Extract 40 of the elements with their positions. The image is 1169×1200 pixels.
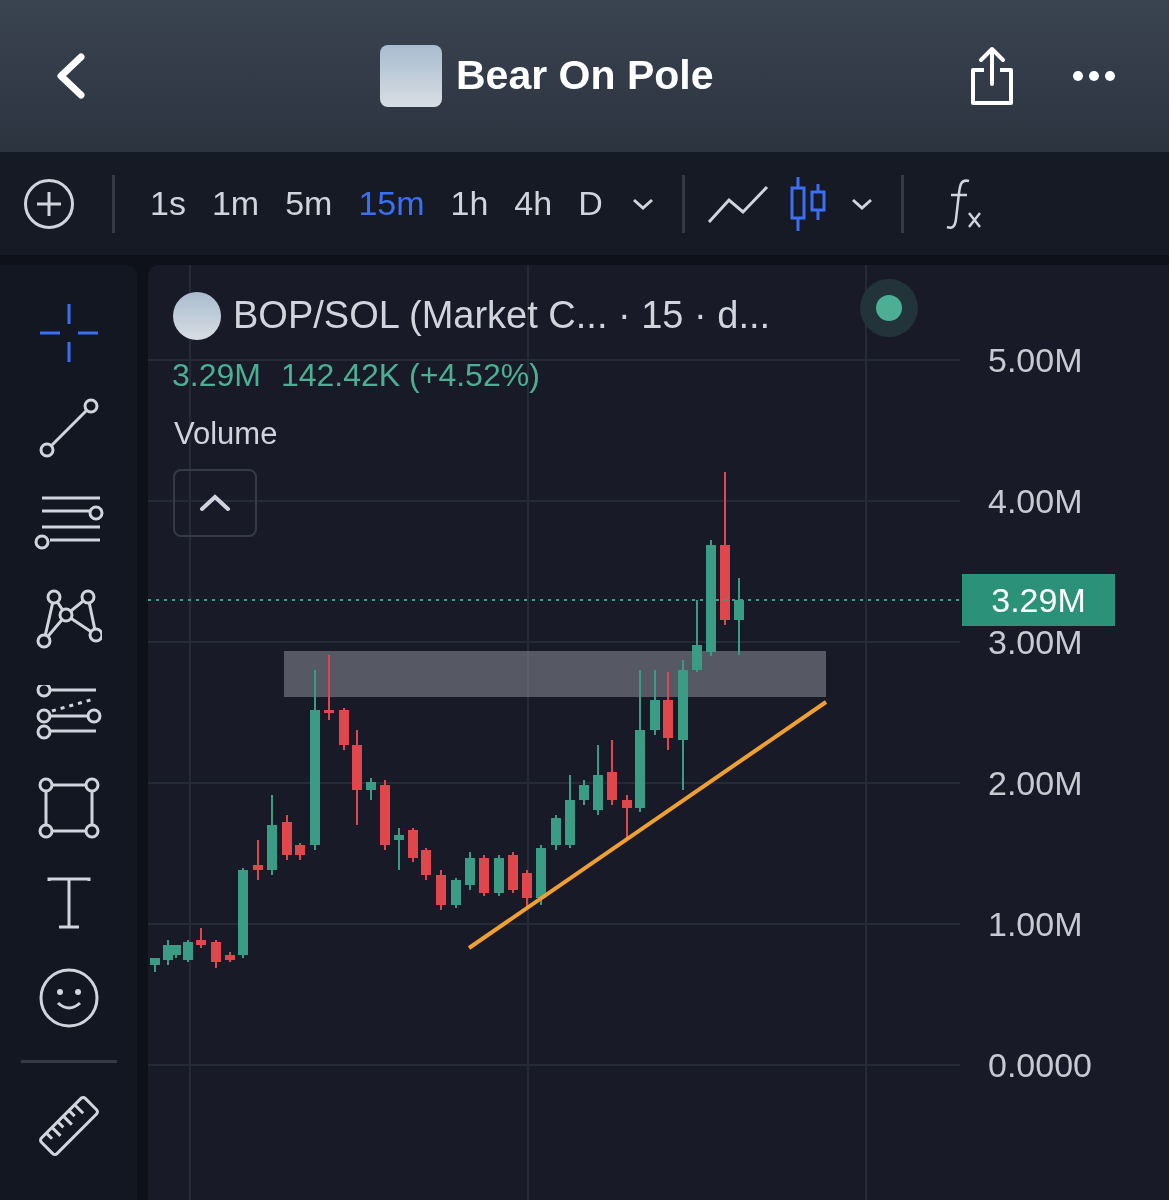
rectangle-icon xyxy=(37,777,100,839)
trend-line-icon xyxy=(37,397,100,459)
lines-with-nodes-icon xyxy=(35,685,102,741)
header-title: Bear On Pole xyxy=(456,51,714,101)
indicator-label: Volume xyxy=(174,415,278,453)
add-button[interactable] xyxy=(23,177,75,230)
price-tag: 3.29M xyxy=(962,574,1115,626)
caret-icon xyxy=(850,197,873,210)
caret-up-icon xyxy=(199,494,231,512)
interval-tab[interactable]: 1h xyxy=(437,178,502,229)
interval-tab[interactable]: 1s xyxy=(137,178,199,229)
token-avatar-photo xyxy=(380,45,442,107)
collapse-button[interactable] xyxy=(173,469,257,537)
symbol-title: BOP/SOL (Market C... · 15 · d... xyxy=(233,293,771,338)
interval-tab[interactable]: 1m xyxy=(198,178,273,229)
caret-icon xyxy=(631,197,654,210)
formula-icon xyxy=(944,176,983,231)
line-chart-icon xyxy=(706,183,769,224)
text-tool-icon xyxy=(46,877,91,929)
axis-label: 0.0000 xyxy=(988,1048,1092,1082)
add-circle-icon xyxy=(23,177,75,230)
interval-tab[interactable]: 15m xyxy=(345,178,438,229)
axis-label: 4.00M xyxy=(988,484,1083,518)
pattern-nodes-icon xyxy=(35,587,102,649)
more-dots-icon xyxy=(1072,70,1116,82)
token-avatar-photo xyxy=(173,291,221,340)
axis-label: 5.00M xyxy=(988,343,1083,377)
interval-tab[interactable]: D xyxy=(565,178,616,229)
smiley-icon xyxy=(37,967,100,1029)
horizontal-lines-icon xyxy=(33,495,104,551)
axis-label: 1.00M xyxy=(988,907,1083,941)
axis-label: 3.00M xyxy=(988,625,1083,659)
change-value: 142.42K (+4.52%) xyxy=(280,356,540,395)
share-icon xyxy=(969,46,1015,106)
interval-tab[interactable]: 5m xyxy=(272,178,346,229)
candlestick-icon xyxy=(788,175,827,232)
last-value: 3.29M xyxy=(172,356,261,395)
interval-tab[interactable]: 4h xyxy=(501,178,566,229)
crosshair-icon xyxy=(37,302,100,364)
axis-label: 2.00M xyxy=(988,766,1083,800)
